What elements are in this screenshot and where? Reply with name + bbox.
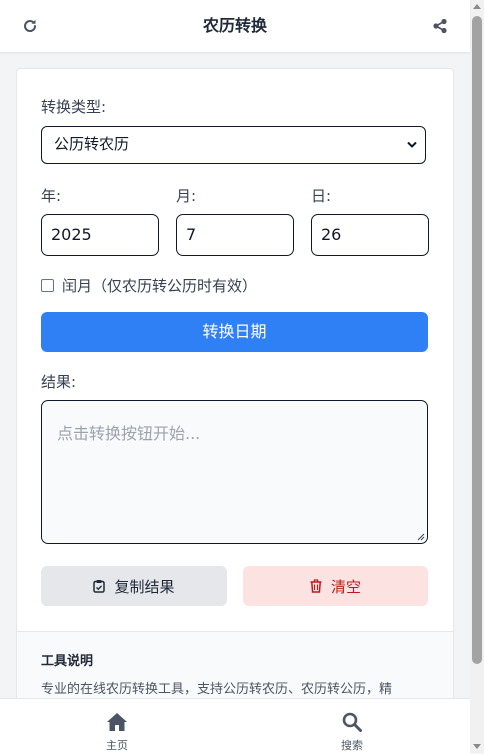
copy-result-label: 复制结果 bbox=[114, 577, 175, 596]
leap-month-checkbox[interactable] bbox=[41, 278, 54, 292]
share-icon bbox=[433, 18, 447, 34]
scrollbar-thumb[interactable] bbox=[472, 16, 482, 664]
search-icon bbox=[342, 712, 362, 732]
home-icon bbox=[107, 713, 127, 731]
month-input[interactable]: 7 bbox=[176, 214, 294, 256]
converter-card: 转换类型: 公历转农历 年: 月: 日: 2025 7 26 闰月（仅农历转公历… bbox=[16, 68, 454, 710]
page-scrollbar[interactable] bbox=[470, 0, 484, 753]
year-label: 年: bbox=[41, 187, 62, 205]
clear-button[interactable]: 清空 bbox=[243, 566, 428, 606]
description-title: 工具说明 bbox=[41, 654, 94, 669]
share-button[interactable] bbox=[428, 14, 452, 38]
chevron-down-icon bbox=[407, 141, 417, 148]
leap-month-label: 闰月（仅农历转公历时有效） bbox=[62, 276, 258, 295]
page-title: 农历转换 bbox=[202, 16, 267, 35]
day-label: 日: bbox=[311, 187, 332, 205]
resize-grip-icon[interactable] bbox=[417, 533, 425, 541]
bottom-nav: 主页 搜索 bbox=[0, 698, 470, 754]
nav-search-label: 搜索 bbox=[341, 739, 363, 752]
trash-icon bbox=[310, 579, 322, 593]
scroll-down-arrow[interactable] bbox=[473, 744, 481, 749]
conversion-type-value: 公历转农历 bbox=[54, 135, 130, 153]
leap-month-option: 闰月（仅农历转公历时有效） bbox=[41, 275, 257, 295]
description-text: 专业的在线农历转换工具，支持公历转农历、农历转公历，精 bbox=[41, 682, 393, 697]
result-label: 结果: bbox=[41, 373, 77, 391]
result-placeholder: 点击转换按钮开始... bbox=[57, 424, 201, 443]
conversion-type-label: 转换类型: bbox=[41, 98, 107, 116]
convert-button[interactable]: 转换日期 bbox=[41, 312, 428, 352]
copy-result-button[interactable]: 复制结果 bbox=[41, 566, 227, 606]
nav-item-search[interactable]: 搜索 bbox=[322, 712, 382, 753]
clipboard-icon bbox=[93, 579, 106, 593]
conversion-type-select[interactable]: 公历转农历 bbox=[41, 126, 426, 164]
result-textarea[interactable]: 点击转换按钮开始... bbox=[41, 400, 428, 544]
app-header: 农历转换 bbox=[0, 0, 470, 53]
nav-item-home[interactable]: 主页 bbox=[87, 712, 147, 753]
nav-home-label: 主页 bbox=[106, 739, 128, 752]
scroll-up-arrow[interactable] bbox=[473, 4, 481, 9]
month-label: 月: bbox=[176, 187, 197, 205]
year-input[interactable]: 2025 bbox=[41, 214, 159, 256]
clear-label: 清空 bbox=[330, 577, 361, 596]
day-input[interactable]: 26 bbox=[311, 214, 429, 256]
